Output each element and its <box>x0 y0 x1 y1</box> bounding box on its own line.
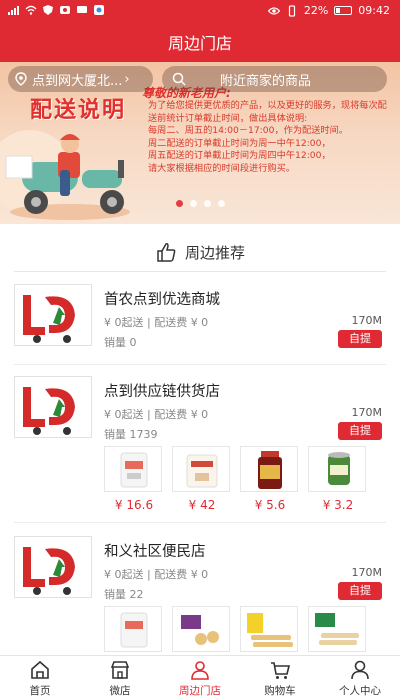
banner-heading: 配送说明 <box>30 98 127 123</box>
signal-icon <box>8 4 20 16</box>
nearby-shops-icon <box>189 659 211 681</box>
search-bar[interactable]: 附近商家的商品 <box>162 66 387 92</box>
tab-label: 购物车 <box>264 684 296 697</box>
shop-logo <box>14 376 92 438</box>
shop-distance: 170M <box>351 566 383 579</box>
self-pickup-badge: 自提 <box>338 422 382 440</box>
shop-sales: 销量 1739 <box>104 428 158 441</box>
banner-pagination <box>176 200 225 207</box>
battery-percent: 22% <box>303 4 329 17</box>
clock: 09:42 <box>358 4 390 17</box>
self-pickup-badge: 自提 <box>338 330 382 348</box>
shop-name: 点到供应链供货店 <box>104 384 220 400</box>
thumbs-up-icon <box>155 241 177 263</box>
store-icon <box>109 659 131 681</box>
product-item[interactable]: ¥ 42 <box>172 446 232 512</box>
product-image <box>308 606 366 652</box>
banner-body: 为了给您提供更优质的产品，以及更好的服务，现将每次配送前统计订单截止时间，做出具… <box>148 100 387 174</box>
shop-sales: 销量 0 <box>104 336 137 349</box>
app-header: 22% 09:42 周边门店 <box>0 0 400 62</box>
browser-icon <box>93 4 105 16</box>
promo-banner[interactable]: 配送说明 尊敬的新老用户: 为了给您提供更优质的产品，以及更好的服务，现将每次配… <box>0 62 400 224</box>
product-list: ¥ 16.6 ¥ 42 ¥ 5.6 ¥ 3.2 <box>104 446 368 512</box>
product-price: ¥ 3.2 <box>322 498 354 512</box>
product-image <box>240 446 298 492</box>
chevron-right-icon: › <box>124 71 130 87</box>
product-item[interactable] <box>308 606 368 658</box>
banner-dot[interactable] <box>218 200 225 207</box>
shop-logo <box>14 284 92 346</box>
product-image <box>172 606 230 652</box>
section-header: 周边推荐 <box>0 234 400 270</box>
product-item[interactable]: ¥ 16.6 <box>104 446 164 512</box>
tab-label: 个人中心 <box>339 684 381 697</box>
product-price: ¥ 42 <box>188 498 216 512</box>
product-price: ¥ 5.6 <box>254 498 286 512</box>
divider <box>14 522 386 523</box>
search-icon <box>172 72 186 86</box>
app-notification-icon <box>59 4 71 16</box>
wifi-icon <box>25 4 37 16</box>
product-image <box>240 606 298 652</box>
section-title: 周边推荐 <box>184 243 245 262</box>
vibrate-icon <box>286 4 298 17</box>
shop-delivery-info: ¥ 0起送 | 配送费 ¥ 0 <box>104 568 209 581</box>
tab-label: 首页 <box>29 684 51 697</box>
tab-label: 微店 <box>109 684 131 697</box>
shop-distance: 170M <box>351 406 383 419</box>
product-item[interactable] <box>104 606 164 658</box>
product-price: ¥ 16.6 <box>114 498 154 512</box>
product-list <box>104 606 368 658</box>
banner-dot[interactable] <box>190 200 197 207</box>
banner-dot[interactable] <box>204 200 211 207</box>
product-image <box>104 446 162 492</box>
tab-profile[interactable]: 个人中心 <box>320 656 400 700</box>
shop-delivery-info: ¥ 0起送 | 配送费 ¥ 0 <box>104 316 209 329</box>
shop-distance: 170M <box>351 314 383 327</box>
location-selector[interactable]: 点到网大厦北... › <box>8 66 153 92</box>
divider <box>14 271 386 272</box>
tab-cart[interactable]: 购物车 <box>240 656 320 700</box>
product-item[interactable] <box>240 606 300 658</box>
tab-home[interactable]: 首页 <box>0 656 80 700</box>
banner-dot[interactable] <box>176 200 183 207</box>
shop-delivery-info: ¥ 0起送 | 配送费 ¥ 0 <box>104 408 209 421</box>
shop-name: 首农点到优选商城 <box>104 292 220 308</box>
shield-icon <box>42 4 54 16</box>
user-icon <box>349 659 371 681</box>
product-image <box>172 446 230 492</box>
tab-micro-store[interactable]: 微店 <box>80 656 160 700</box>
product-image <box>104 606 162 652</box>
location-pin-icon <box>14 72 28 86</box>
shop-sales: 销量 22 <box>104 588 144 601</box>
product-item[interactable] <box>172 606 232 658</box>
shop-name: 和义社区便民店 <box>104 544 206 560</box>
product-item[interactable]: ¥ 3.2 <box>308 446 368 512</box>
battery-icon <box>334 6 353 15</box>
home-icon <box>29 659 51 681</box>
status-bar: 22% 09:42 <box>0 0 400 22</box>
location-label: 点到网大厦北... <box>32 73 123 89</box>
product-item[interactable]: ¥ 5.6 <box>240 446 300 512</box>
tab-label: 周边门店 <box>179 684 221 697</box>
page-title: 周边门店 <box>167 34 232 53</box>
search-placeholder: 附近商家的商品 <box>220 73 312 89</box>
cart-icon <box>269 659 291 681</box>
shop-logo <box>14 536 92 598</box>
divider <box>14 364 386 365</box>
message-icon <box>76 4 88 16</box>
product-image <box>308 446 366 492</box>
eye-icon <box>267 5 281 17</box>
bottom-tab-bar: 首页 微店 周边门店 购物车 个人中心 <box>0 655 400 700</box>
self-pickup-badge: 自提 <box>338 582 382 600</box>
tab-nearby-shops[interactable]: 周边门店 <box>160 656 240 700</box>
